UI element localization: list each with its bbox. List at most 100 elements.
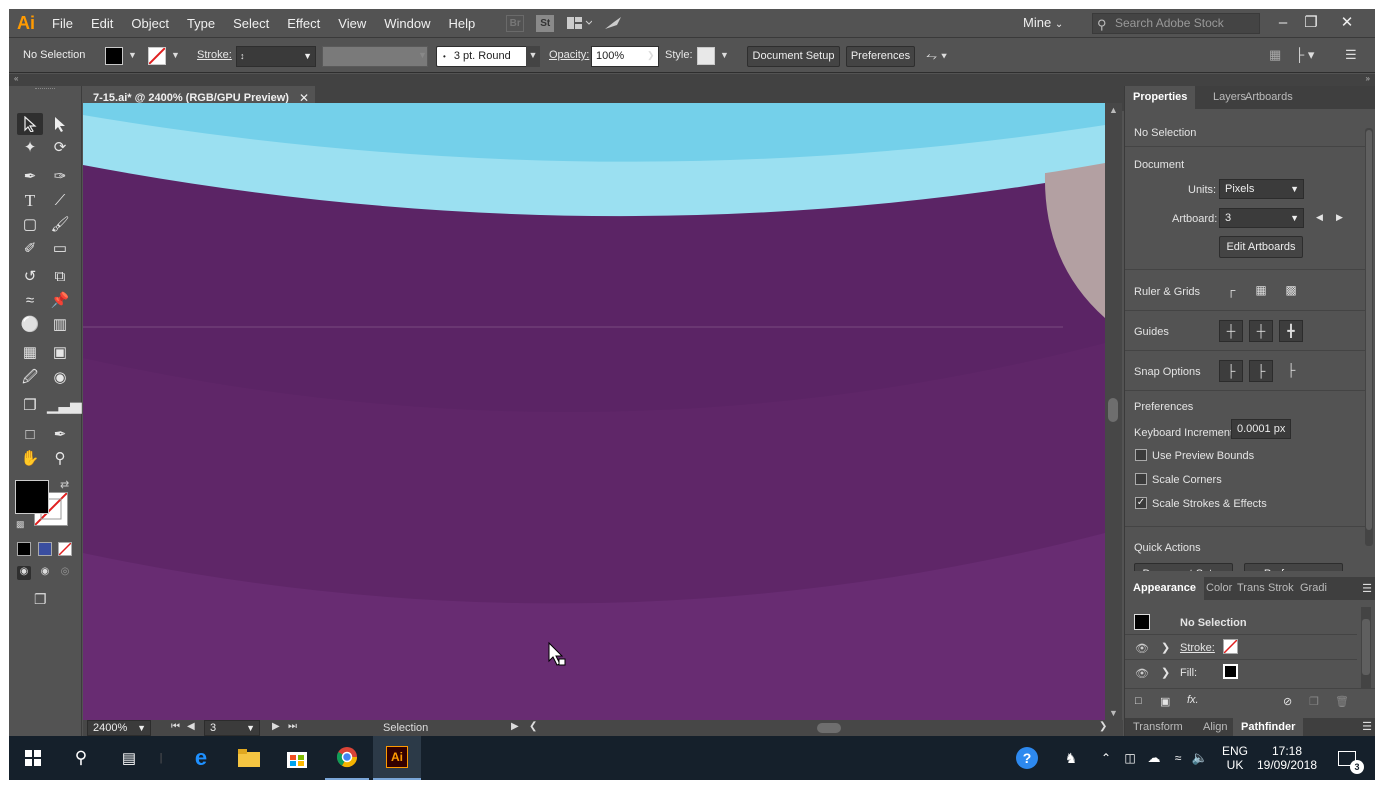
gpu-performance-icon[interactable] — [604, 15, 622, 32]
fill-attribute-label[interactable]: Fill: — [1180, 667, 1197, 679]
gradient-tool-icon[interactable]: ▣ — [47, 342, 73, 364]
menu-object[interactable]: Object — [122, 9, 178, 38]
menu-edit[interactable]: Edit — [82, 9, 122, 38]
quick-document-setup-button[interactable]: Document Setup — [1134, 563, 1233, 571]
stroke-weight-field[interactable]: ↕ ▼ — [236, 46, 316, 67]
prev-artboard-icon[interactable]: ◀ — [187, 721, 195, 732]
menu-view[interactable]: View — [329, 9, 375, 38]
appearance-menu-icon[interactable]: ☰ — [1362, 582, 1372, 595]
appearance-scrollbar[interactable] — [1361, 607, 1371, 689]
bridge-button[interactable]: Br — [506, 14, 525, 32]
store-icon[interactable] — [277, 736, 317, 780]
scale-corners-checkbox[interactable] — [1135, 473, 1147, 485]
keyboard-increment-field[interactable]: 0.0001 px — [1231, 419, 1291, 439]
eraser-tool-icon[interactable]: ▭ — [47, 238, 73, 260]
stroke-label[interactable]: Stroke: — [197, 49, 232, 61]
wifi-icon[interactable]: ≈ — [1167, 736, 1189, 780]
vertical-scrollbar[interactable]: ▲ ▼ — [1105, 103, 1122, 720]
collapse-right-icon[interactable]: » — [1366, 74, 1370, 83]
volume-icon[interactable]: 🔈 — [1189, 736, 1211, 780]
direct-selection-tool-icon[interactable] — [47, 113, 73, 135]
search-taskbar-icon[interactable]: ⚲ — [61, 736, 101, 780]
stroke-attribute-label[interactable]: Stroke: — [1180, 642, 1215, 654]
pen-tool-icon[interactable]: ✒ — [17, 166, 43, 188]
edit-artboards-button[interactable]: Edit Artboards — [1219, 236, 1303, 258]
menu-effect[interactable]: Effect — [278, 9, 329, 38]
scroll-right-icon[interactable]: ❯ — [1099, 721, 1107, 732]
edge-icon[interactable]: e — [181, 736, 221, 780]
snap-to-glyph-icon[interactable]: ├ — [1279, 360, 1303, 382]
prev-artboard-arrow-icon[interactable]: ◀ — [1316, 212, 1323, 223]
menu-window[interactable]: Window — [375, 9, 439, 38]
restore-button[interactable]: ❐ — [1299, 12, 1323, 34]
quick-preferences-button[interactable]: Preferences — [1244, 563, 1343, 571]
file-explorer-icon[interactable] — [229, 736, 269, 780]
collapse-left-icon[interactable]: « — [14, 74, 18, 83]
tab-align[interactable]: Align — [1195, 718, 1235, 736]
stroke-expand-icon[interactable]: ❯ — [1161, 641, 1170, 654]
variable-width-profile[interactable] — [322, 46, 428, 67]
rectangle-tool-icon[interactable]: ▢ — [17, 214, 43, 236]
minimize-button[interactable]: – — [1271, 12, 1295, 34]
symbol-sprayer-tool-icon[interactable]: ❐ — [17, 395, 43, 417]
rotate-tool-icon[interactable]: ↺ — [17, 266, 43, 288]
color-mode-icon[interactable] — [17, 542, 31, 556]
add-effect-icon[interactable]: fx. — [1187, 694, 1199, 706]
shape-builder-tool-icon[interactable]: ⚪ — [17, 314, 43, 336]
curvature-tool-icon[interactable]: ✑ — [47, 166, 73, 188]
tab-gradient[interactable]: Gradi — [1292, 577, 1335, 600]
puppet-warp-tool-icon[interactable]: 📌 — [47, 290, 73, 312]
line-segment-tool-icon[interactable]: ⟋ — [47, 190, 73, 212]
fill-dropdown-icon[interactable]: ▼ — [128, 50, 137, 60]
chrome-icon[interactable] — [325, 736, 369, 780]
graph-tool-icon[interactable]: ▁▃▅ — [47, 395, 82, 417]
vertical-scroll-thumb[interactable] — [1108, 398, 1118, 422]
add-stroke-icon[interactable]: □ — [1135, 695, 1142, 707]
menu-file[interactable]: File — [43, 9, 82, 38]
stock-button[interactable]: St — [536, 14, 555, 32]
show-guides-icon[interactable]: ┼ — [1219, 320, 1243, 342]
start-button[interactable] — [13, 736, 53, 780]
preferences-button[interactable]: Preferences — [846, 46, 915, 67]
artboard-number-field[interactable]: 3 ▼ — [204, 720, 260, 736]
transparency-grid-icon[interactable]: ▩ — [1279, 280, 1303, 302]
select-similar-icon[interactable]: ⥊ ▾ — [926, 47, 947, 64]
tab-transform[interactable]: Transform — [1125, 718, 1191, 736]
hand-tool-icon[interactable]: ✋ — [17, 448, 43, 470]
onedrive-icon[interactable]: ☁ — [1143, 736, 1165, 780]
artboard-select[interactable]: 3 ▼ — [1219, 208, 1304, 228]
draw-behind-icon[interactable]: ◉ — [38, 566, 52, 580]
mesh-tool-icon[interactable]: ▦ — [17, 342, 43, 364]
next-artboard-arrow-icon[interactable]: ▶ — [1336, 212, 1343, 223]
show-hidden-icons-icon[interactable]: ⌃ — [1097, 736, 1115, 780]
tab-appearance[interactable]: Appearance — [1125, 577, 1204, 600]
clock[interactable]: 17:18 19/09/2018 — [1255, 736, 1319, 780]
use-preview-bounds-checkbox[interactable] — [1135, 449, 1147, 461]
last-artboard-icon[interactable]: ⏭ — [288, 721, 297, 732]
snap-to-pixel-icon[interactable]: ├ — [1249, 360, 1273, 382]
menu-select[interactable]: Select — [224, 9, 278, 38]
zoom-level-field[interactable]: 2400% ▼ — [87, 720, 151, 736]
transform-menu-icon[interactable]: ☰ — [1362, 720, 1372, 733]
transform-icon[interactable]: ├ ▾ — [1295, 47, 1314, 63]
stroke-dropdown-icon[interactable]: ▼ — [171, 50, 180, 60]
draw-inside-icon[interactable]: ◎ — [58, 566, 72, 580]
rulers-icon[interactable]: ┌ — [1219, 280, 1243, 302]
brush-definition[interactable]: • 3 pt. Round ▼ — [436, 46, 540, 67]
appearance-fill-swatch[interactable] — [1222, 663, 1239, 680]
lock-guides-icon[interactable]: ┼ — [1249, 320, 1273, 342]
grid-icon[interactable]: ▦ — [1249, 280, 1273, 302]
width-tool-icon[interactable]: ≈ — [17, 290, 43, 312]
notifications-icon[interactable]: 3 — [1329, 736, 1365, 780]
type-tool-icon[interactable]: T — [17, 190, 43, 212]
swap-fill-stroke-icon[interactable]: ⇄ — [60, 478, 69, 491]
next-artboard-icon[interactable]: ▶ — [272, 721, 280, 732]
help-icon[interactable]: ? — [1013, 736, 1041, 780]
tab-artboards[interactable]: Artboards — [1237, 86, 1301, 109]
opacity-label[interactable]: Opacity: — [549, 49, 589, 61]
fill-swatch-large[interactable] — [15, 480, 49, 514]
artboard-canvas[interactable] — [83, 103, 1105, 720]
menu-help[interactable]: Help — [439, 9, 484, 38]
style-dropdown-icon[interactable]: ▼ — [720, 50, 729, 60]
gradient-mode-icon[interactable] — [38, 542, 52, 556]
